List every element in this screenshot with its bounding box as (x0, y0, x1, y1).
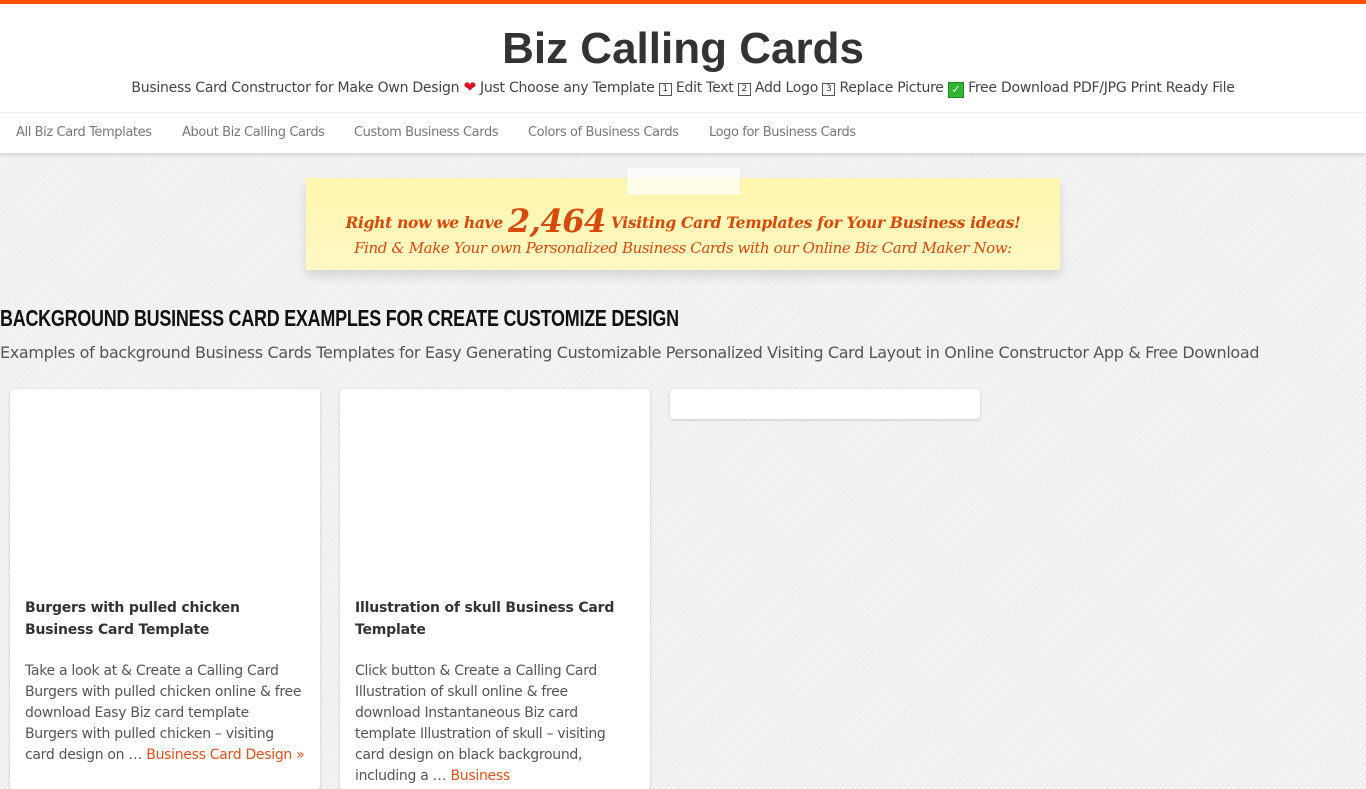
card-image[interactable] (10, 389, 320, 589)
site-title[interactable]: Biz Calling Cards (0, 26, 1366, 72)
heart-icon: ❤ (463, 78, 476, 96)
banner-suffix: Visiting Card Templates for Your Busines… (610, 213, 1021, 232)
card-title[interactable]: Burgers with pulled chicken Business Car… (25, 597, 305, 641)
banner-prefix: Right now we have (345, 213, 503, 232)
section-title: Background Business Card Examples for Cr… (0, 305, 679, 331)
banner-tape-decoration (627, 168, 740, 195)
site-header: Biz Calling Cards Business Card Construc… (0, 4, 1366, 112)
card-image[interactable] (340, 389, 650, 589)
nav-item-logo[interactable]: Logo for Business Cards (709, 125, 856, 140)
card-excerpt-text: Click button & Create a Calling Card Ill… (355, 663, 606, 784)
template-card-loading (670, 389, 980, 419)
promo-banner: Right now we have 2,464 Visiting Card Te… (306, 168, 1060, 270)
tagline-text: Business Card Constructor for Make Own D… (131, 80, 460, 96)
card-read-more-link[interactable]: Business (451, 768, 511, 784)
template-card: Burgers with pulled chicken Business Car… (10, 389, 320, 789)
tagline-text: Add Logo (754, 80, 819, 96)
banner-headline: Right now we have 2,464 Visiting Card Te… (306, 202, 1060, 240)
tagline-text: Just Choose any Template (479, 80, 655, 96)
tagline-text: Free Download PDF/JPG Print Ready File (968, 80, 1235, 96)
tagline-text: Edit Text (675, 80, 734, 96)
card-excerpt: Click button & Create a Calling Card Ill… (355, 661, 635, 787)
check-mark-icon: ✓ (947, 82, 964, 98)
template-card: Illustration of skull Business Card Temp… (340, 389, 650, 789)
keycap-1-icon: 1 (658, 83, 672, 96)
tagline-text: Replace Picture (839, 80, 944, 96)
banner-subline: Find & Make Your own Personalized Busine… (354, 239, 1012, 257)
nav-item-all-templates[interactable]: All Biz Card Templates (16, 125, 152, 140)
card-read-more-link[interactable]: Business Card Design » (146, 747, 304, 763)
keycap-2-icon: 2 (737, 83, 751, 96)
site-tagline: Business Card Constructor for Make Own D… (0, 77, 1366, 98)
main-nav: All Biz Card Templates About Biz Calling… (0, 112, 1366, 153)
template-count: 2,464 (508, 202, 606, 240)
nav-item-colors[interactable]: Colors of Business Cards (528, 125, 679, 140)
keycap-3-icon: 3 (822, 83, 836, 96)
card-excerpt: Take a look at & Create a Calling Card B… (25, 661, 305, 766)
nav-item-about[interactable]: About Biz Calling Cards (182, 125, 325, 140)
nav-item-custom-cards[interactable]: Custom Business Cards (354, 125, 499, 140)
card-title[interactable]: Illustration of skull Business Card Temp… (355, 597, 635, 641)
section-description: Examples of background Business Cards Te… (0, 343, 1260, 362)
